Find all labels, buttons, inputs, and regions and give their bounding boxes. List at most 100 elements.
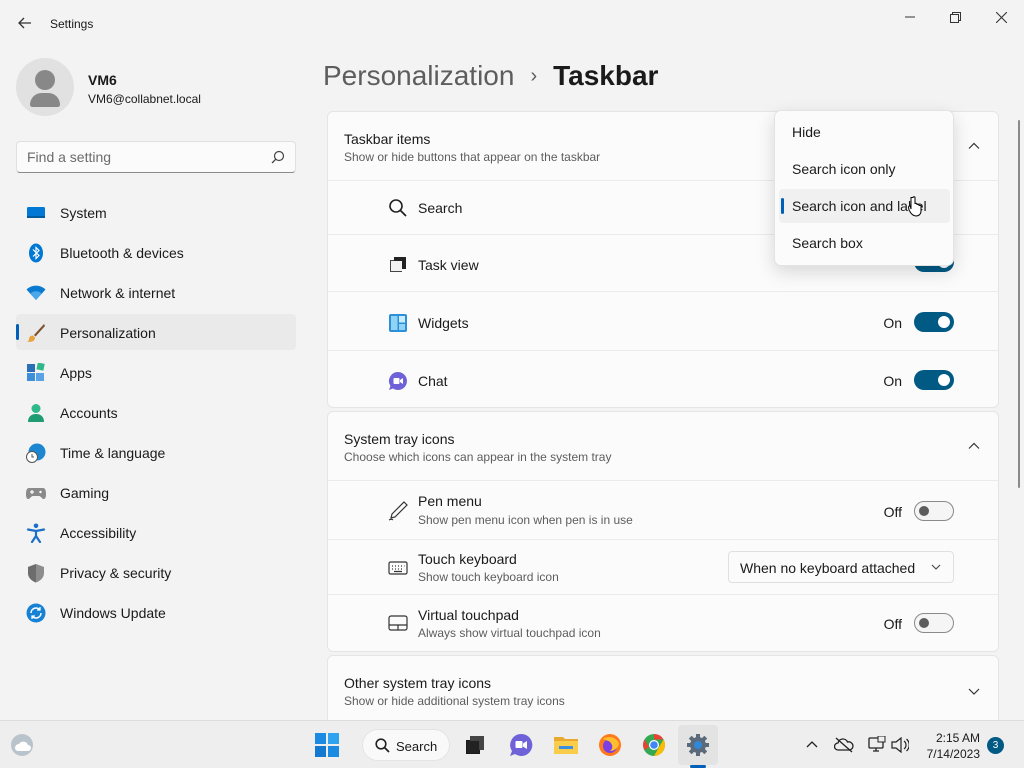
dropdown-value: When no keyboard attached [740, 560, 916, 576]
task-view-button[interactable] [461, 731, 489, 759]
mouse-cursor-icon [908, 196, 922, 217]
tray-item-virtual-touchpad: Virtual touchpad Always show virtual tou… [328, 594, 998, 651]
row-label: Pen menu [418, 493, 482, 509]
settings-search[interactable] [16, 141, 296, 173]
start-button[interactable] [313, 731, 341, 759]
settings-taskbar-button[interactable] [684, 731, 712, 759]
chevron-up-icon[interactable] [966, 138, 982, 154]
sidebar-item-label: Apps [60, 365, 92, 381]
chrome-button[interactable] [640, 731, 668, 759]
dropdown-option-icon-only[interactable]: Search icon only [779, 152, 950, 186]
row-label: Virtual touchpad [418, 607, 519, 623]
sidebar-item-gaming[interactable]: Gaming [16, 474, 296, 510]
touch-keyboard-dropdown[interactable]: When no keyboard attached [728, 551, 954, 583]
shield-icon [28, 564, 44, 583]
sidebar-item-windows-update[interactable]: Windows Update [16, 594, 296, 630]
folder-icon [554, 737, 578, 754]
sidebar-item-label: Time & language [60, 445, 166, 461]
wifi-icon [26, 285, 46, 300]
toggle-state: On [883, 315, 902, 331]
sidebar-item-bluetooth[interactable]: Bluetooth & devices [16, 234, 296, 270]
sidebar-item-label: Accounts [60, 405, 118, 421]
weather-widget-button[interactable] [8, 731, 36, 759]
maximize-button[interactable] [932, 6, 978, 28]
other-tray-card[interactable]: Other system tray icons Show or hide add… [327, 655, 999, 725]
sidebar-item-label: Privacy & security [60, 565, 172, 581]
sidebar-item-network[interactable]: Network & internet [16, 274, 296, 310]
touchpad-icon [388, 615, 408, 631]
search-input[interactable] [27, 149, 257, 165]
monitor-icon [27, 207, 45, 218]
show-hidden-icons-button[interactable] [798, 731, 826, 759]
option-label: Search icon and label [792, 198, 927, 214]
section-title: System tray icons [344, 431, 455, 447]
chevron-up-icon[interactable] [966, 438, 982, 454]
keyboard-icon [388, 561, 408, 575]
windows-logo-icon [315, 733, 339, 757]
sidebar-item-accounts[interactable]: Accounts [16, 394, 296, 430]
widgets-toggle[interactable] [914, 312, 954, 332]
file-explorer-button[interactable] [552, 731, 580, 759]
chevron-down-icon [931, 564, 941, 570]
row-description: Show pen menu icon when pen is in use [418, 513, 633, 527]
row-description: Show touch keyboard icon [418, 570, 559, 584]
system-tray-card: System tray icons Choose which icons can… [327, 411, 999, 652]
update-icon [26, 603, 46, 623]
pen-icon [388, 501, 408, 521]
minimize-button[interactable] [887, 6, 933, 28]
user-name: VM6 [88, 72, 117, 88]
firefox-button[interactable] [596, 731, 624, 759]
controller-icon [26, 488, 46, 499]
firefox-icon [599, 734, 621, 756]
search-icon [271, 150, 285, 164]
row-label: Search [418, 200, 463, 216]
sidebar-item-system[interactable]: System [16, 194, 296, 230]
toggle-state: On [883, 373, 902, 389]
scrollbar[interactable] [1018, 120, 1020, 488]
toggle-state: Off [883, 504, 902, 520]
onedrive-button[interactable] [830, 731, 858, 759]
taskbar-clock[interactable]: 2:15 AM 7/14/2023 [918, 730, 980, 762]
row-label: Touch keyboard [418, 551, 517, 567]
search-icon [375, 738, 390, 753]
back-button[interactable] [12, 10, 38, 36]
dropdown-option-icon-and-label[interactable]: Search icon and label [779, 189, 950, 223]
dropdown-option-search-box[interactable]: Search box [779, 226, 950, 260]
row-label: Widgets [418, 315, 469, 331]
chat-toggle[interactable] [914, 370, 954, 390]
breadcrumb-parent[interactable]: Personalization [323, 60, 514, 92]
volume-button[interactable] [886, 731, 914, 759]
sidebar-item-accessibility[interactable]: Accessibility [16, 514, 296, 550]
sidebar-item-personalization[interactable]: Personalization [16, 314, 296, 350]
breadcrumb: Personalization › Taskbar [323, 58, 658, 94]
chat-button[interactable] [507, 731, 535, 759]
globe-clock-icon [26, 443, 46, 463]
virtual-touchpad-toggle[interactable] [914, 613, 954, 633]
toggle-state: Off [883, 616, 902, 632]
row-label: Task view [418, 257, 479, 273]
notification-badge[interactable]: 3 [987, 737, 1004, 754]
bluetooth-icon [29, 243, 43, 263]
row-description: Always show virtual touchpad icon [418, 626, 601, 640]
sidebar-item-privacy[interactable]: Privacy & security [16, 554, 296, 590]
user-profile[interactable]: VM6 VM6@collabnet.local [16, 58, 296, 118]
network-icon [868, 736, 886, 752]
chevron-down-icon[interactable] [966, 683, 982, 699]
dropdown-option-hide[interactable]: Hide [779, 115, 950, 149]
taskbar-search-button[interactable]: Search [362, 729, 450, 761]
accessibility-icon [26, 523, 46, 543]
person-icon [28, 404, 44, 422]
system-tray-header[interactable]: System tray icons Choose which icons can… [328, 412, 998, 480]
taskbar-item-chat: Chat On [328, 350, 998, 408]
sidebar-item-time-language[interactable]: Time & language [16, 434, 296, 470]
taskbar-item-widgets: Widgets On [328, 291, 998, 350]
tray-item-pen-menu: Pen menu Show pen menu icon when pen is … [328, 480, 998, 539]
cloud-off-icon [834, 737, 854, 753]
sidebar-item-apps[interactable]: Apps [16, 354, 296, 390]
clock-date: 7/14/2023 [926, 747, 980, 761]
user-email: VM6@collabnet.local [88, 92, 201, 106]
pen-menu-toggle[interactable] [914, 501, 954, 521]
close-button[interactable] [978, 6, 1024, 28]
taskbar-search-label: Search [396, 739, 438, 754]
section-subtitle: Show or hide buttons that appear on the … [344, 150, 601, 164]
